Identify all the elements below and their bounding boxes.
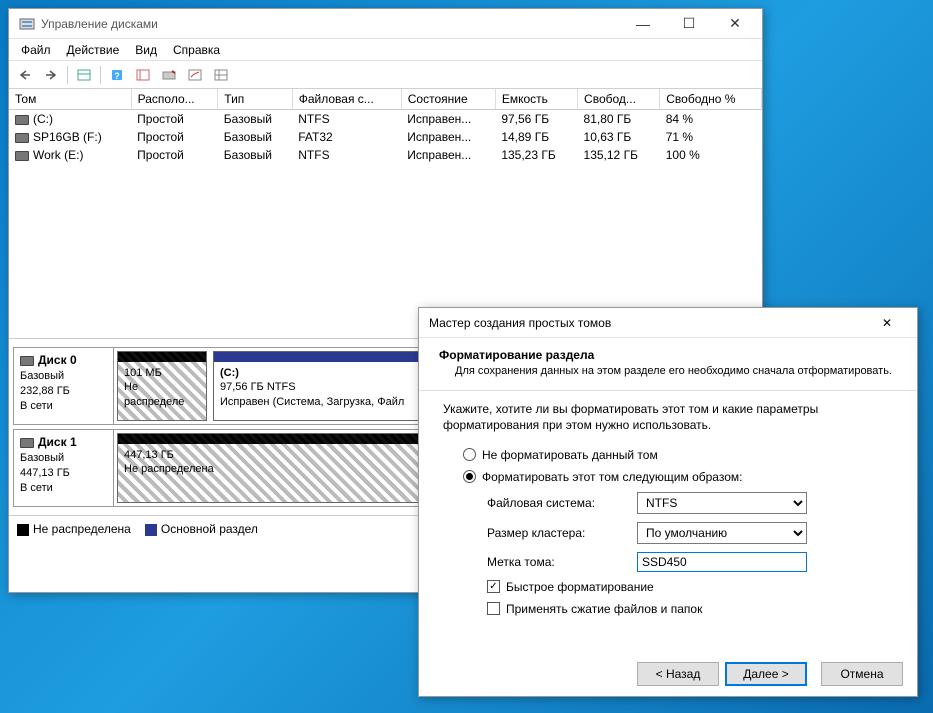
menu-вид[interactable]: Вид: [127, 41, 165, 59]
radio-icon: [463, 448, 476, 461]
filesystem-select[interactable]: NTFS: [637, 492, 807, 514]
menubar: ФайлДействиеВидСправка: [9, 39, 762, 61]
volume-row[interactable]: (C:)ПростойБазовыйNTFSИсправен...97,56 Г…: [9, 110, 762, 129]
wizard-instruction: Укажите, хотите ли вы форматировать этот…: [443, 401, 893, 433]
volume-wizard-dialog: Мастер создания простых томов ✕ Форматир…: [418, 307, 918, 697]
wizard-step-subtitle: Для сохранения данных на этом разделе ег…: [455, 364, 897, 378]
volume-icon: [15, 151, 29, 161]
volume-list[interactable]: ТомРасполо...ТипФайловая с...СостояниеЕм…: [9, 89, 762, 339]
label-volume-label: Метка тома:: [487, 555, 637, 569]
volume-icon: [15, 115, 29, 125]
column-header[interactable]: Располо...: [131, 89, 218, 110]
separator: [100, 66, 101, 84]
wizard-close-button[interactable]: ✕: [867, 309, 907, 337]
menu-файл[interactable]: Файл: [13, 41, 59, 59]
forward-button[interactable]: [39, 64, 63, 86]
disk-icon: [20, 356, 34, 366]
wizard-step-title: Форматирование раздела: [439, 348, 897, 362]
disk-info[interactable]: Диск 1Базовый447,13 ГБВ сети: [14, 430, 114, 506]
window-title: Управление дисками: [41, 17, 620, 31]
column-header[interactable]: Свобод...: [578, 89, 660, 110]
app-icon: [19, 16, 35, 32]
radio-label: Не форматировать данный том: [482, 448, 658, 462]
column-header[interactable]: Свободно %: [660, 89, 762, 110]
column-header[interactable]: Емкость: [495, 89, 577, 110]
next-button[interactable]: Далее >: [725, 662, 807, 686]
wizard-body: Укажите, хотите ли вы форматировать этот…: [419, 401, 917, 615]
titlebar: Управление дисками — ☐ ✕: [9, 9, 762, 39]
checkbox-compression[interactable]: Применять сжатие файлов и папок: [487, 602, 893, 616]
settings-button[interactable]: [131, 64, 155, 86]
label-filesystem: Файловая система:: [487, 496, 637, 510]
legend-unallocated: Не распределена: [17, 522, 131, 536]
radio-format[interactable]: Форматировать этот том следующим образом…: [463, 470, 893, 484]
radio-label: Форматировать этот том следующим образом…: [482, 470, 742, 484]
cancel-button[interactable]: Отмена: [821, 662, 903, 686]
column-header[interactable]: Тип: [218, 89, 292, 110]
legend-primary: Основной раздел: [145, 522, 258, 536]
label-cluster-size: Размер кластера:: [487, 526, 637, 540]
toolbar: ?: [9, 61, 762, 89]
radio-icon: [463, 470, 476, 483]
disk-icon: [20, 438, 34, 448]
volume-row[interactable]: Work (E:)ПростойБазовыйNTFSИсправен...13…: [9, 146, 762, 164]
close-button[interactable]: ✕: [712, 9, 758, 39]
wizard-titlebar: Мастер создания простых томов ✕: [419, 308, 917, 338]
column-header[interactable]: Том: [9, 89, 131, 110]
cluster-size-select[interactable]: По умолчанию: [637, 522, 807, 544]
partition[interactable]: 101 МБНе распределе: [117, 351, 207, 421]
checkbox-icon: [487, 602, 500, 615]
radio-no-format[interactable]: Не форматировать данный том: [463, 448, 893, 462]
checkbox-label: Быстрое форматирование: [506, 580, 654, 594]
properties-button[interactable]: [183, 64, 207, 86]
help-button[interactable]: ?: [105, 64, 129, 86]
checkbox-icon: ✓: [487, 580, 500, 593]
refresh-button[interactable]: [157, 64, 181, 86]
column-header[interactable]: Файловая с...: [292, 89, 401, 110]
menu-справка[interactable]: Справка: [165, 41, 228, 59]
volume-icon: [15, 133, 29, 143]
separator: [67, 66, 68, 84]
wizard-footer: < Назад Далее > Отмена: [637, 662, 903, 686]
wizard-title: Мастер создания простых томов: [429, 316, 867, 330]
checkbox-quick-format[interactable]: ✓ Быстрое форматирование: [487, 580, 893, 594]
minimize-button[interactable]: —: [620, 9, 666, 39]
layout-button[interactable]: [209, 64, 233, 86]
volume-label-input[interactable]: [637, 552, 807, 572]
divider: [419, 390, 917, 391]
menu-действие[interactable]: Действие: [59, 41, 128, 59]
wizard-header: Форматирование раздела Для сохранения да…: [419, 338, 917, 386]
back-button[interactable]: [13, 64, 37, 86]
disk-info[interactable]: Диск 0Базовый232,88 ГБВ сети: [14, 348, 114, 424]
svg-text:?: ?: [114, 71, 120, 81]
view-button[interactable]: [72, 64, 96, 86]
checkbox-label: Применять сжатие файлов и папок: [506, 602, 702, 616]
maximize-button[interactable]: ☐: [666, 9, 712, 39]
window-controls: — ☐ ✕: [620, 9, 758, 39]
column-header[interactable]: Состояние: [401, 89, 495, 110]
volume-row[interactable]: SP16GB (F:)ПростойБазовыйFAT32Исправен..…: [9, 128, 762, 146]
back-button[interactable]: < Назад: [637, 662, 719, 686]
